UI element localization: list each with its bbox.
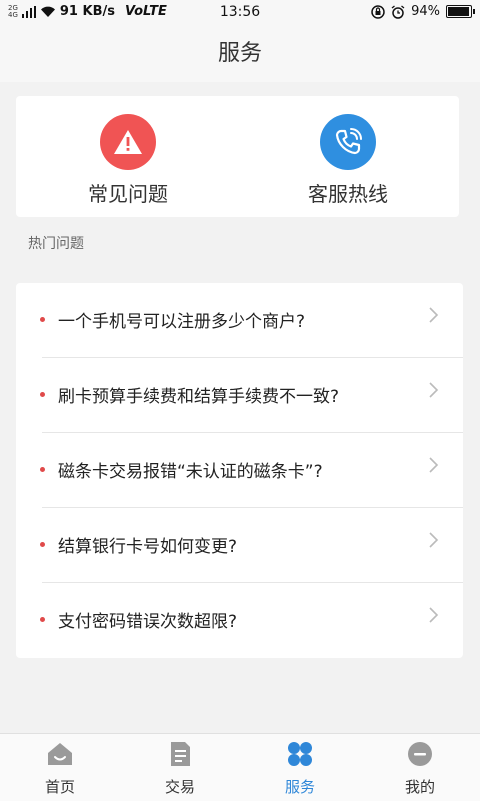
hotline-button[interactable]: 客服热线	[268, 114, 428, 207]
hotline-icon-circle	[320, 114, 376, 170]
warning-icon	[114, 130, 142, 154]
tab-service[interactable]: 服务	[240, 740, 360, 797]
tab-service-label: 服务	[284, 778, 315, 796]
hot-questions-heading: 热门问题	[28, 236, 84, 252]
tab-transactions-label: 交易	[164, 778, 195, 796]
quick-actions-card: 常见问题 客服热线	[16, 96, 459, 217]
rotation-lock-icon	[371, 4, 385, 19]
bullet-dot	[40, 467, 45, 472]
profile-icon	[408, 742, 432, 766]
bullet-dot	[40, 392, 45, 397]
tab-profile-label: 我的	[404, 778, 435, 796]
bottom-tab-bar: 首页 交易 服务 我的	[0, 733, 480, 801]
questions-list: 一个手机号可以注册多少个商户? 刷卡预算手续费和结算手续费不一致? 磁条卡交易报…	[16, 283, 463, 658]
question-text: 刷卡预算手续费和结算手续费不一致?	[58, 387, 340, 407]
question-text: 磁条卡交易报错“未认证的磁条卡”?	[58, 462, 323, 482]
chevron-right-icon	[429, 532, 439, 548]
chevron-right-icon	[429, 307, 439, 323]
question-item[interactable]: 结算银行卡号如何变更?	[16, 508, 463, 583]
home-icon	[48, 743, 72, 765]
bullet-dot	[40, 542, 45, 547]
tab-home[interactable]: 首页	[0, 740, 120, 797]
chevron-right-icon	[429, 607, 439, 623]
bullet-dot	[40, 617, 45, 622]
page-title: 服务	[0, 26, 480, 82]
question-text: 结算银行卡号如何变更?	[58, 537, 238, 557]
question-item[interactable]: 磁条卡交易报错“未认证的磁条卡”?	[16, 433, 463, 508]
chevron-right-icon	[429, 382, 439, 398]
grid-icon	[288, 742, 312, 766]
alarm-icon	[391, 4, 405, 19]
status-right: 94%	[371, 4, 475, 19]
question-item[interactable]: 一个手机号可以注册多少个商户?	[16, 283, 463, 358]
question-item[interactable]: 支付密码错误次数超限?	[16, 583, 463, 658]
status-bar: 2G 4G 91 KB/s VoLTE 13:56 94%	[0, 0, 480, 26]
tab-transactions[interactable]: 交易	[120, 740, 240, 797]
bullet-dot	[40, 317, 45, 322]
question-text: 支付密码错误次数超限?	[58, 612, 238, 632]
battery-percent: 94%	[411, 4, 440, 19]
battery-icon	[446, 5, 475, 18]
chevron-right-icon	[429, 457, 439, 473]
faq-button[interactable]: 常见问题	[48, 114, 208, 207]
tab-profile[interactable]: 我的	[360, 740, 480, 797]
faq-icon-circle	[100, 114, 156, 170]
tab-home-label: 首页	[44, 778, 75, 796]
document-icon	[171, 742, 190, 766]
faq-label: 常见问题	[88, 182, 168, 206]
phone-icon	[335, 128, 362, 155]
hotline-label: 客服热线	[308, 182, 388, 206]
battery-fill	[448, 7, 469, 16]
question-text: 一个手机号可以注册多少个商户?	[58, 312, 306, 332]
question-item[interactable]: 刷卡预算手续费和结算手续费不一致?	[16, 358, 463, 433]
